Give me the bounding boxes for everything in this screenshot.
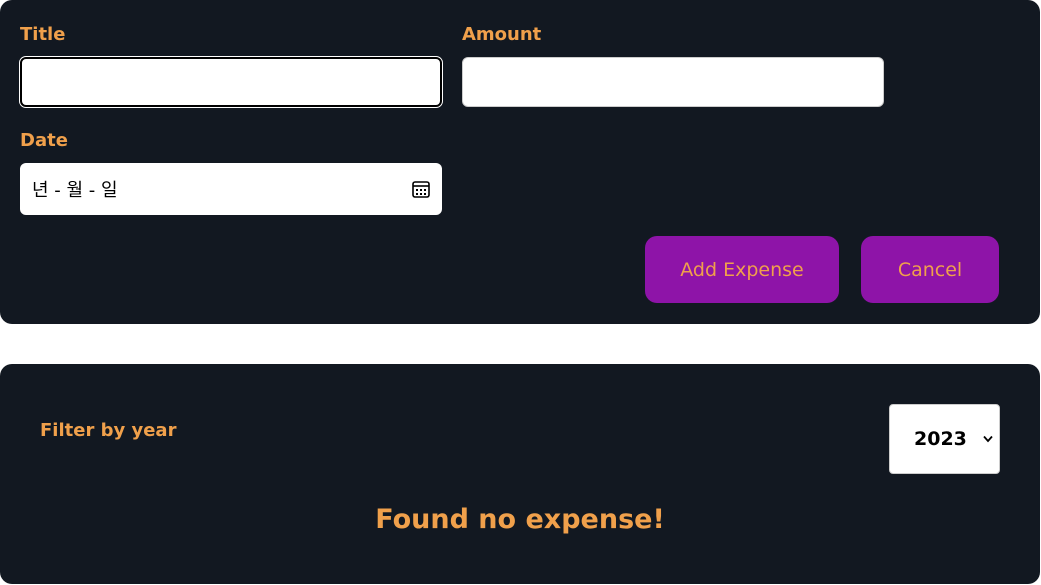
date-input[interactable]: 년 - 월 - 일 — [20, 163, 442, 215]
date-placeholder: 년 - 월 - 일 — [32, 180, 118, 201]
cancel-button[interactable]: Cancel — [861, 236, 999, 303]
calendar-icon[interactable] — [412, 180, 430, 198]
selected-year: 2023 — [914, 428, 967, 450]
filter-label: Filter by year — [40, 420, 177, 441]
chevron-down-icon — [983, 435, 993, 443]
expenses-panel: Filter by year 2023 Found no expense! — [0, 364, 1040, 584]
title-label: Title — [20, 24, 66, 45]
add-expense-button[interactable]: Add Expense — [645, 236, 839, 303]
title-input[interactable] — [20, 57, 442, 107]
empty-message: Found no expense! — [375, 504, 665, 535]
amount-label: Amount — [462, 24, 542, 45]
year-filter-select[interactable]: 2023 — [889, 404, 1000, 474]
amount-input[interactable] — [462, 57, 884, 107]
date-label: Date — [20, 130, 68, 151]
new-expense-panel: Title Amount Date 년 - 월 - 일 Add Expense … — [0, 0, 1040, 324]
